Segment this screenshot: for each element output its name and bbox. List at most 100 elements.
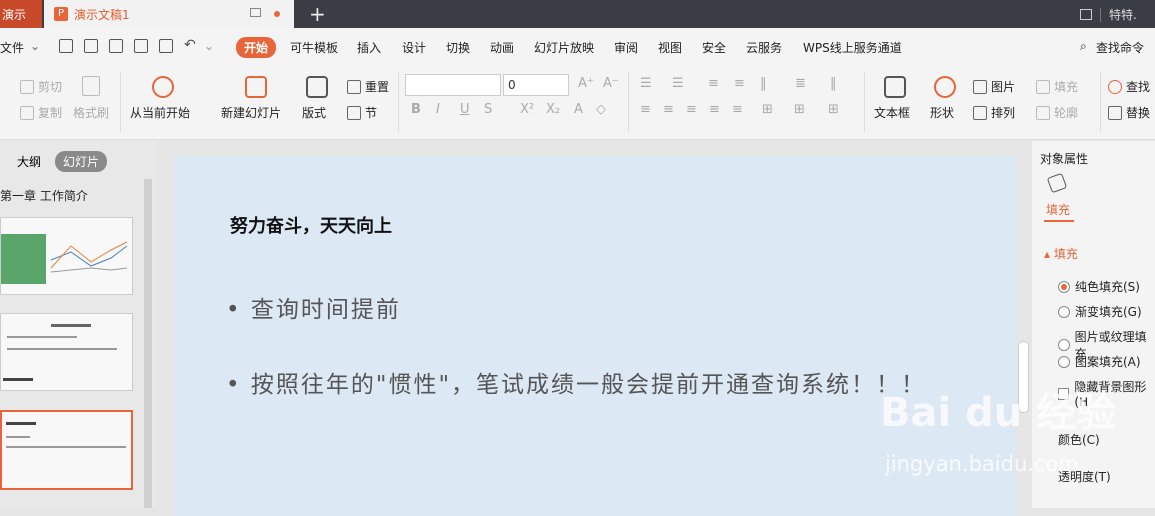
align-center-icon[interactable]: ≡ bbox=[663, 102, 674, 117]
divider bbox=[1100, 72, 1101, 132]
tab-insert[interactable]: 插入 bbox=[357, 39, 381, 56]
chevron-down-icon[interactable]: ⌄ bbox=[30, 39, 40, 53]
bold-icon[interactable]: B bbox=[411, 102, 421, 117]
monitor-icon[interactable] bbox=[250, 8, 261, 17]
export-pdf-icon[interactable] bbox=[109, 39, 123, 53]
slide-thumbnail-3[interactable] bbox=[0, 410, 133, 490]
radio-icon bbox=[1058, 305, 1070, 318]
fill-bucket-icon bbox=[1036, 79, 1050, 94]
tab-slideshow[interactable]: 幻灯片放映 bbox=[534, 39, 594, 56]
distribute-icon[interactable]: ≡ bbox=[732, 102, 743, 117]
font-size-select[interactable]: 0 bbox=[503, 74, 569, 96]
properties-title[interactable]: 对象属性 bbox=[1040, 150, 1088, 167]
app-tab[interactable]: 演示 bbox=[0, 0, 42, 28]
divider bbox=[1100, 7, 1101, 22]
bullet-list-icon[interactable]: ☰ bbox=[640, 76, 652, 91]
document-tab[interactable]: P 演示文稿1 bbox=[44, 0, 294, 28]
search-command[interactable]: 查找命令 bbox=[1096, 39, 1144, 56]
copy-icon bbox=[20, 105, 34, 120]
copy-button[interactable]: 复制 bbox=[20, 104, 62, 121]
arrange-icon bbox=[973, 105, 987, 120]
bullet-item[interactable]: • 按照往年的"惯性"，笔试成绩一般会提前开通查询系统！！！ bbox=[226, 365, 926, 399]
clear-format-icon[interactable]: ◇ bbox=[596, 102, 606, 117]
save-icon[interactable] bbox=[84, 39, 98, 53]
bullet-item[interactable]: • 查询时间提前 bbox=[226, 290, 401, 324]
picture-button[interactable]: 图片 bbox=[973, 78, 1015, 95]
align-left-icon[interactable]: ≡ bbox=[640, 102, 651, 117]
tab-view[interactable]: 视图 bbox=[658, 39, 682, 56]
font-color-icon[interactable]: A bbox=[574, 102, 583, 117]
fill-section-header[interactable]: ▴ 填充 bbox=[1044, 245, 1078, 262]
new-slide-button[interactable]: 新建幻灯片 bbox=[221, 104, 281, 121]
tab-security[interactable]: 安全 bbox=[702, 39, 726, 56]
columns-icon[interactable]: ⊞ bbox=[762, 102, 773, 117]
shrink-font-icon[interactable]: A⁻ bbox=[603, 76, 619, 91]
solid-fill-option[interactable]: 纯色填充(S) bbox=[1058, 278, 1140, 295]
chapter-title[interactable]: 第一章 工作简介 bbox=[0, 187, 88, 204]
unsaved-dot-icon bbox=[274, 11, 280, 17]
superscript-icon[interactable]: X² bbox=[520, 102, 534, 117]
scissors-icon bbox=[20, 79, 34, 94]
cut-button[interactable]: 剪切 bbox=[20, 78, 62, 95]
strikethrough-icon[interactable]: S bbox=[484, 102, 492, 117]
layout-button[interactable]: 版式 bbox=[302, 104, 326, 121]
file-menu[interactable]: 文件 bbox=[0, 39, 24, 56]
italic-icon[interactable]: I bbox=[436, 102, 440, 117]
slide-title[interactable]: 努力奋斗，天天向上 bbox=[230, 212, 392, 238]
subscript-icon[interactable]: X₂ bbox=[546, 102, 560, 117]
tab-wps-online[interactable]: WPS线上服务通道 bbox=[803, 39, 902, 56]
fill-button[interactable]: 填充 bbox=[1036, 78, 1078, 95]
reset-button[interactable]: 重置 bbox=[347, 78, 389, 95]
window-layout-icon[interactable] bbox=[1080, 9, 1092, 20]
play-from-current-button[interactable]: 从当前开始 bbox=[130, 104, 190, 121]
text-box-format-icon[interactable]: ⊞ bbox=[794, 102, 805, 117]
print-preview-icon[interactable] bbox=[159, 39, 173, 53]
align-right-icon[interactable]: ≡ bbox=[686, 102, 697, 117]
increase-indent-icon[interactable]: ≡ bbox=[734, 76, 745, 91]
find-button[interactable]: 查找 bbox=[1108, 78, 1150, 95]
outline-button[interactable]: 轮廓 bbox=[1036, 104, 1078, 121]
undo-icon[interactable]: ↶ bbox=[184, 37, 196, 53]
document-tab-label: 演示文稿1 bbox=[74, 7, 130, 22]
search-icon bbox=[1108, 79, 1122, 94]
shape-button[interactable]: 形状 bbox=[930, 104, 954, 121]
baidu-jingyan-watermark: Bai du 经验 bbox=[880, 390, 1117, 436]
justify-icon[interactable]: ≡ bbox=[709, 102, 720, 117]
tab-templates[interactable]: 可牛模板 bbox=[290, 39, 338, 56]
slide-thumbnail-2[interactable] bbox=[0, 313, 133, 391]
section-icon bbox=[347, 105, 361, 120]
tab-slides[interactable]: 幻灯片 bbox=[55, 151, 108, 172]
tab-start[interactable]: 开始 bbox=[236, 37, 277, 58]
open-folder-icon[interactable] bbox=[59, 39, 73, 53]
print-icon[interactable] bbox=[134, 39, 148, 53]
tab-review[interactable]: 审阅 bbox=[614, 39, 638, 56]
text-box-button[interactable]: 文本框 bbox=[874, 104, 910, 121]
smartart-icon[interactable]: ⊞ bbox=[828, 102, 839, 117]
new-tab-button[interactable]: + bbox=[309, 2, 326, 26]
tab-animation[interactable]: 动画 bbox=[490, 39, 514, 56]
tab-design[interactable]: 设计 bbox=[402, 39, 426, 56]
chevron-down-icon[interactable]: ⌄ bbox=[204, 39, 214, 53]
tab-fill[interactable]: 填充 bbox=[1046, 201, 1070, 218]
gradient-fill-option[interactable]: 渐变填充(G) bbox=[1058, 303, 1142, 320]
pattern-fill-option[interactable]: 图案填充(A) bbox=[1058, 353, 1141, 370]
underline-icon[interactable]: U bbox=[460, 102, 470, 117]
text-direction-icon[interactable]: ‖ bbox=[760, 76, 767, 91]
font-family-select[interactable] bbox=[405, 74, 501, 96]
new-slide-icon bbox=[245, 76, 267, 98]
decrease-indent-icon[interactable]: ≡ bbox=[708, 76, 719, 91]
section-button[interactable]: 节 bbox=[347, 104, 377, 121]
align-text-icon[interactable]: ‖ bbox=[830, 76, 837, 91]
replace-button[interactable]: 替换 bbox=[1108, 104, 1150, 121]
thumbnail-scrollbar[interactable] bbox=[144, 179, 152, 508]
user-name[interactable]: 特特. bbox=[1109, 6, 1137, 23]
tab-outline[interactable]: 大纲 bbox=[17, 153, 41, 170]
tab-transition[interactable]: 切换 bbox=[446, 39, 470, 56]
grow-font-icon[interactable]: A⁺ bbox=[578, 76, 594, 91]
numbered-list-icon[interactable]: ☰ bbox=[672, 76, 684, 91]
tab-cloud[interactable]: 云服务 bbox=[746, 39, 782, 56]
arrange-button[interactable]: 排列 bbox=[973, 104, 1015, 121]
line-spacing-icon[interactable]: ≣ bbox=[795, 76, 806, 91]
format-painter-button[interactable]: 格式刷 bbox=[73, 104, 109, 121]
slide-thumbnail-1[interactable] bbox=[0, 217, 133, 295]
